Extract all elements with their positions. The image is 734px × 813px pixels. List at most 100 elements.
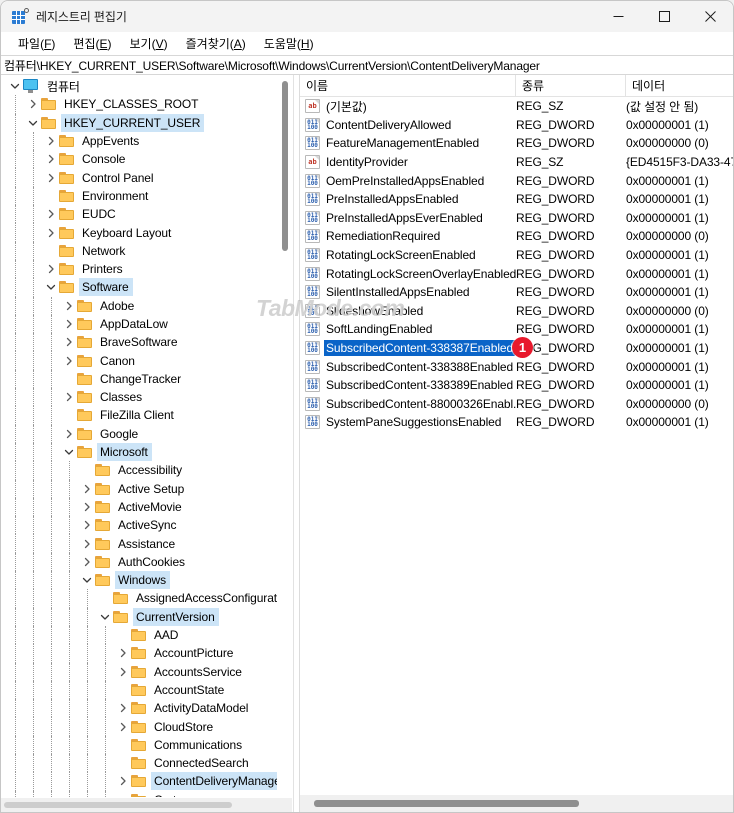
table-row[interactable]: 011 100 PreInstalledAppsEverEnabled REG_DWO…: [300, 209, 733, 228]
chevron-right-icon[interactable]: [115, 664, 131, 680]
tree-node[interactable]: FileZilla Client: [1, 406, 292, 425]
chevron-right-icon[interactable]: [61, 334, 77, 350]
chevron-right-icon[interactable]: [79, 517, 95, 533]
tree-node[interactable]: Adobe: [1, 296, 292, 315]
tree-node[interactable]: 컴퓨터: [1, 77, 292, 95]
tree-node[interactable]: ActivityDataModel: [1, 699, 292, 718]
tree-vertical-scrollbar[interactable]: [277, 75, 292, 797]
chevron-down-icon[interactable]: [79, 572, 95, 588]
tree-node[interactable]: Software: [1, 278, 292, 297]
tree-node[interactable]: ActiveSync: [1, 516, 292, 535]
address-bar[interactable]: 컴퓨터\HKEY_CURRENT_USER\Software\Microsoft…: [1, 55, 733, 75]
registry-values-list[interactable]: ab (기본값) REG_SZ (값 설정 안 됨) 011 100 ContentDeli…: [300, 97, 733, 795]
chevron-right-icon[interactable]: [115, 773, 131, 789]
tree-node[interactable]: AccountState: [1, 680, 292, 700]
table-row[interactable]: ab IdentityProvider REG_SZ {ED4515F3-DA33-4…: [300, 153, 733, 172]
table-row[interactable]: ab (기본값) REG_SZ (값 설정 안 됨): [300, 97, 733, 116]
chevron-right-icon[interactable]: [61, 353, 77, 369]
table-row[interactable]: 011 100 FeatureManagementEnabled REG_DWORD 0…: [300, 134, 733, 153]
menu-file[interactable]: 파일(F): [9, 33, 64, 54]
tree-node[interactable]: ConnectedSearch: [1, 753, 292, 773]
tree-node[interactable]: Network: [1, 241, 292, 260]
tree-node[interactable]: Cortana: [1, 790, 292, 797]
chevron-down-icon[interactable]: [61, 444, 77, 460]
tree-node[interactable]: AccountPicture: [1, 644, 292, 663]
table-row[interactable]: 011 100 RemediationRequired REG_DWORD 0x0000…: [300, 227, 733, 246]
table-row[interactable]: 011 100 SoftLandingEnabled REG_DWORD 0x00000…: [300, 320, 733, 339]
tree-node[interactable]: EUDC: [1, 205, 292, 224]
tree-node[interactable]: BraveSoftware: [1, 333, 292, 352]
menu-view[interactable]: 보기(V): [121, 33, 177, 54]
tree-node[interactable]: Active Setup: [1, 479, 292, 498]
table-row[interactable]: 011 100 SubscribedContent-338389Enabled REG…: [300, 376, 733, 395]
menu-edit[interactable]: 편집(E): [64, 33, 120, 54]
table-row[interactable]: 011 100 SilentInstalledAppsEnabled REG_DWOR…: [300, 283, 733, 302]
tree-node[interactable]: HKEY_CLASSES_ROOT: [1, 95, 292, 114]
tree-node[interactable]: HKEY_CURRENT_USER: [1, 113, 292, 132]
tree-node[interactable]: AuthCookies: [1, 552, 292, 572]
chevron-right-icon[interactable]: [43, 151, 59, 167]
tree-node[interactable]: Canon: [1, 351, 292, 370]
tree-node[interactable]: Microsoft: [1, 442, 292, 462]
tree-node[interactable]: Keyboard Layout: [1, 223, 292, 242]
tree-node[interactable]: ActiveMovie: [1, 497, 292, 517]
tree-node[interactable]: Printers: [1, 259, 292, 279]
tree-node[interactable]: Communications: [1, 735, 292, 754]
chevron-right-icon[interactable]: [115, 645, 131, 661]
tree-node[interactable]: Classes: [1, 388, 292, 407]
chevron-right-icon[interactable]: [61, 298, 77, 314]
chevron-down-icon[interactable]: [97, 609, 113, 625]
chevron-right-icon[interactable]: [43, 170, 59, 186]
close-button[interactable]: [687, 1, 733, 32]
chevron-right-icon[interactable]: [115, 719, 131, 735]
menu-favorites[interactable]: 즐겨찾기(A): [177, 33, 255, 54]
table-row[interactable]: 011 100 RotatingLockScreenEnabled REG_DWORD…: [300, 246, 733, 265]
chevron-right-icon[interactable]: [43, 206, 59, 222]
chevron-right-icon[interactable]: [61, 316, 77, 332]
table-row[interactable]: 011 100 PreInstalledAppsEnabled REG_DWORD 0x…: [300, 190, 733, 209]
tree-vertical-scrollbar-thumb[interactable]: [281, 81, 288, 251]
tree-node[interactable]: Accessibility: [1, 461, 292, 480]
chevron-down-icon[interactable]: [25, 115, 41, 131]
tree-node[interactable]: Assistance: [1, 534, 292, 553]
minimize-button[interactable]: [595, 1, 641, 32]
column-header-type[interactable]: 종류: [516, 75, 626, 96]
tree-node[interactable]: Control Panel: [1, 168, 292, 187]
table-row[interactable]: 011 100 OemPreInstalledAppsEnabled REG_DWOR…: [300, 171, 733, 190]
chevron-right-icon[interactable]: [61, 389, 77, 405]
table-row[interactable]: 011 100 SlideshowEnabled REG_DWORD 0x0000000…: [300, 302, 733, 321]
tree-node[interactable]: CurrentVersion: [1, 607, 292, 626]
title-bar[interactable]: 레지스트리 편집기: [1, 1, 733, 32]
chevron-right-icon[interactable]: [79, 499, 95, 515]
chevron-right-icon[interactable]: [115, 700, 131, 716]
table-row[interactable]: 011 100 SystemPaneSuggestionsEnabled REG_DW…: [300, 413, 733, 432]
tree-node[interactable]: AssignedAccessConfiguration: [1, 589, 292, 608]
tree-horizontal-scrollbar[interactable]: [1, 797, 292, 812]
chevron-right-icon[interactable]: [61, 426, 77, 442]
tree-node[interactable]: CloudStore: [1, 717, 292, 736]
table-row[interactable]: 011 100 SubscribedContent-338388Enabled REG…: [300, 357, 733, 376]
chevron-right-icon[interactable]: [43, 225, 59, 241]
tree-node[interactable]: ChangeTracker: [1, 369, 292, 389]
chevron-right-icon[interactable]: [79, 536, 95, 552]
tree-node[interactable]: Google: [1, 424, 292, 443]
menu-help[interactable]: 도움말(H): [255, 33, 323, 54]
chevron-down-icon[interactable]: [7, 78, 23, 94]
list-horizontal-scrollbar-thumb[interactable]: [314, 800, 579, 807]
tree-node[interactable]: Console: [1, 150, 292, 169]
tree-node[interactable]: AAD: [1, 625, 292, 645]
column-header-data[interactable]: 데이터: [626, 75, 733, 96]
tree-node[interactable]: ContentDeliveryManager: [1, 772, 292, 791]
tree-node[interactable]: AppDataLow: [1, 314, 292, 334]
chevron-right-icon[interactable]: [79, 481, 95, 497]
chevron-right-icon[interactable]: [43, 261, 59, 277]
chevron-right-icon[interactable]: [79, 554, 95, 570]
tree-horizontal-scrollbar-thumb[interactable]: [4, 802, 232, 808]
table-row[interactable]: 011 100 SubscribedContent-88000326Enabl...…: [300, 395, 733, 414]
chevron-right-icon[interactable]: [25, 96, 41, 112]
column-header-name[interactable]: 이름: [300, 75, 516, 96]
chevron-right-icon[interactable]: [43, 133, 59, 149]
registry-tree[interactable]: 컴퓨터 HKEY_CLASSES_ROOT HKEY_CURRENT_USER App…: [1, 75, 292, 797]
tree-node[interactable]: AccountsService: [1, 662, 292, 681]
tree-node[interactable]: Environment: [1, 186, 292, 206]
